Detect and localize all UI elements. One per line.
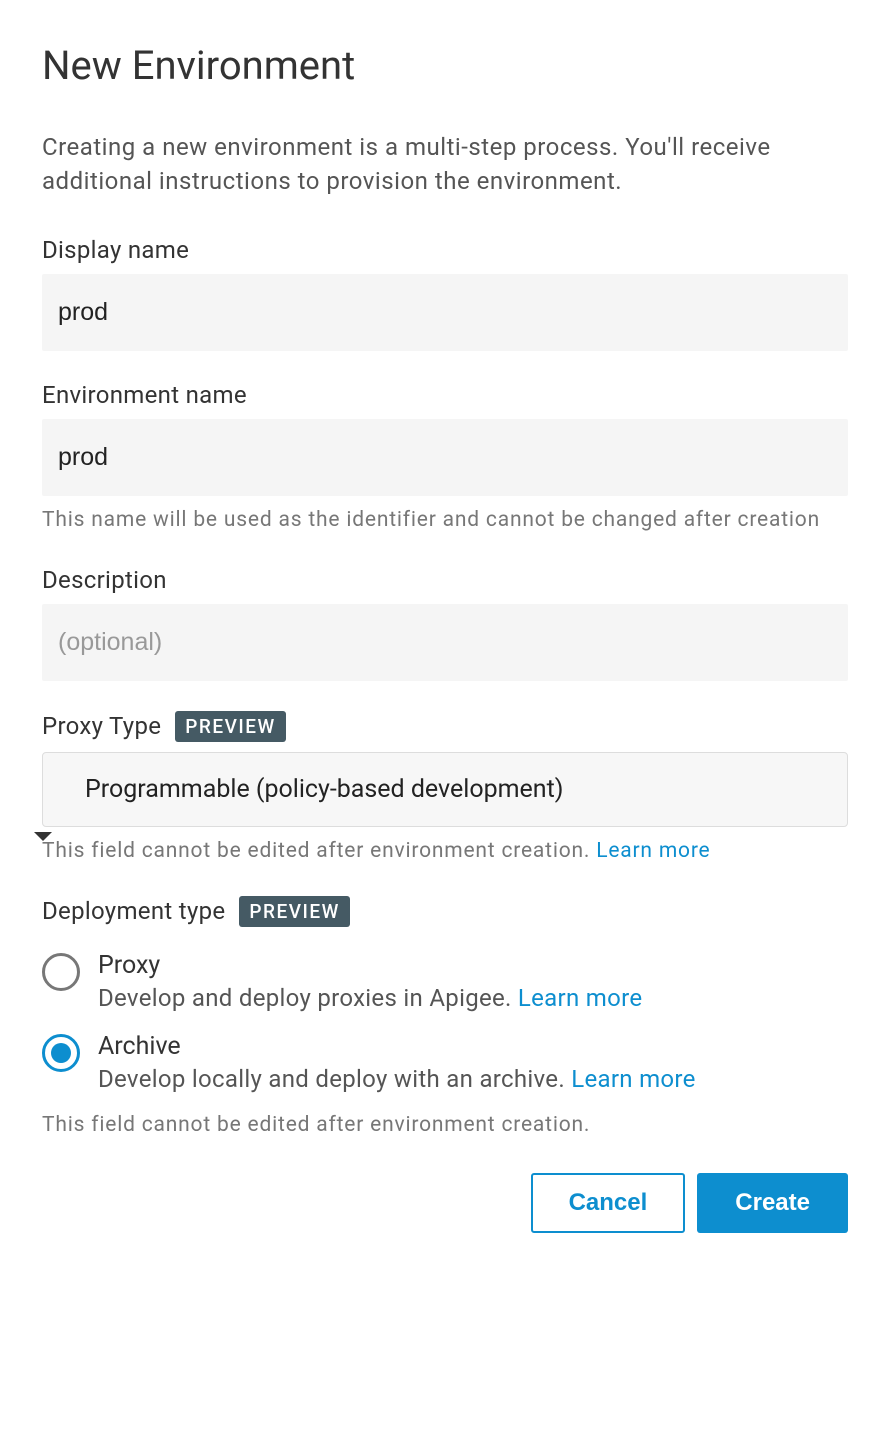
cancel-button[interactable]: Cancel [531,1173,686,1233]
deployment-type-helper: This field cannot be edited after enviro… [42,1113,848,1137]
proxy-type-label: Proxy Type [42,712,161,740]
description-label: Description [42,566,848,594]
deployment-learn-more-link[interactable]: Learn more [518,984,642,1012]
intro-text: Creating a new environment is a multi-st… [42,131,848,198]
deployment-option-proxy[interactable]: Proxy Develop and deploy proxies in Apig… [42,951,848,1012]
preview-badge: PREVIEW [239,896,349,927]
deployment-learn-more-link[interactable]: Learn more [571,1065,695,1093]
display-name-label: Display name [42,236,848,264]
environment-name-field: Environment name This name will be used … [42,381,848,535]
create-button[interactable]: Create [697,1173,848,1233]
display-name-field: Display name [42,236,848,351]
deployment-option-desc: Develop and deploy proxies in Apigee. [98,984,518,1012]
proxy-type-learn-more-link[interactable]: Learn more [596,839,710,863]
deployment-type-field: Deployment type PREVIEW Proxy Develop an… [42,896,848,1137]
radio-icon[interactable] [42,1034,80,1072]
deployment-option-archive[interactable]: Archive Develop locally and deploy with … [42,1032,848,1093]
environment-name-input[interactable] [42,419,848,496]
radio-icon[interactable] [42,953,80,991]
deployment-option-title: Archive [98,1032,848,1061]
dialog-actions: Cancel Create [42,1173,848,1233]
preview-badge: PREVIEW [175,711,285,742]
deployment-option-title: Proxy [98,951,848,980]
page-title: New Environment [42,42,848,89]
environment-name-label: Environment name [42,381,848,409]
proxy-type-field: Proxy Type PREVIEW Programmable (policy-… [42,711,848,866]
description-input[interactable] [42,604,848,681]
deployment-type-label: Deployment type [42,897,225,925]
display-name-input[interactable] [42,274,848,351]
environment-name-helper: This name will be used as the identifier… [42,506,848,535]
proxy-type-helper: This field cannot be edited after enviro… [42,839,596,863]
deployment-option-desc: Develop locally and deploy with an archi… [98,1065,571,1093]
description-field: Description [42,566,848,681]
chevron-down-icon [34,832,52,841]
proxy-type-select[interactable]: Programmable (policy-based development) [42,752,848,827]
